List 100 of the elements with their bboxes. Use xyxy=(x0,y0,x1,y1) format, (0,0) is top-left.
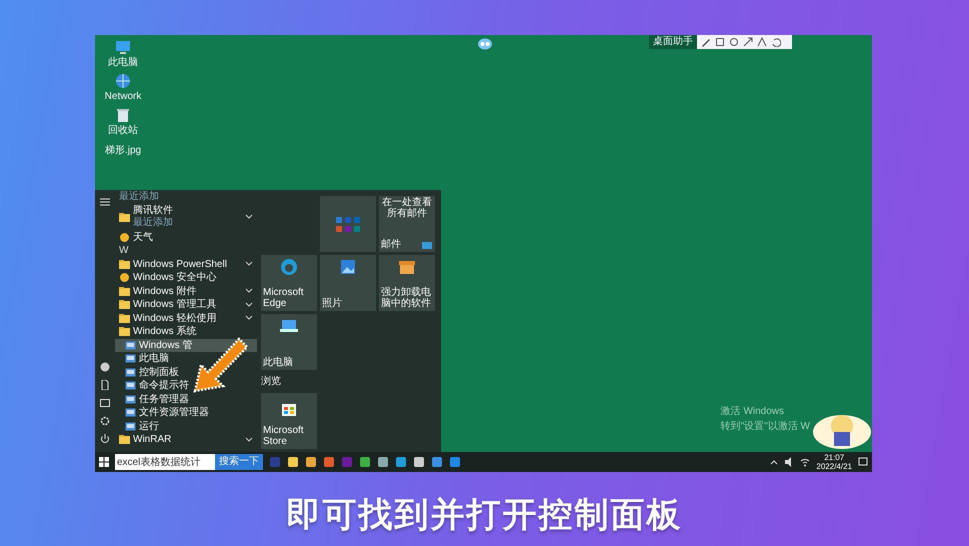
folder-icon xyxy=(119,212,130,222)
app-name: 此电脑 xyxy=(139,352,169,366)
app-list-item[interactable]: Windows 系统 xyxy=(115,325,257,338)
app-list-item[interactable]: 运行 xyxy=(115,420,257,433)
activation-text: 转到"设置"以激活 W xyxy=(720,420,810,434)
taskbar-app-icon[interactable] xyxy=(323,456,335,468)
app-list-item[interactable]: Windows 附件 xyxy=(115,284,257,298)
undo-icon[interactable] xyxy=(771,37,781,47)
app-list-item[interactable]: 腾讯软件 最近添加 xyxy=(115,204,257,230)
taskbar-app-icon[interactable] xyxy=(449,456,461,468)
group-label: 最近添加 xyxy=(118,190,160,204)
app-list-item[interactable]: WinRAR xyxy=(115,433,257,446)
app-name: Windows 系统 xyxy=(133,325,196,338)
tile-label: Microsoft Edge xyxy=(263,288,305,309)
app-name: 文件资源管理器 xyxy=(139,406,209,420)
folder-icon xyxy=(119,312,130,324)
app-list-item[interactable]: Windows 轻松使用 xyxy=(115,312,257,325)
app-name: Windows 安全中心 xyxy=(133,271,216,284)
app-name: Windows 附件 xyxy=(133,284,196,298)
globe-icon[interactable] xyxy=(114,73,132,89)
start-tile[interactable]: 此电脑 xyxy=(261,314,317,370)
taskbar-browser-icon[interactable] xyxy=(395,456,407,468)
app-list-item[interactable]: Windows 管理工具 xyxy=(115,298,257,312)
desktop-icon-label[interactable]: 此电脑 xyxy=(108,55,138,70)
taskbar-app-icon[interactable] xyxy=(431,456,443,468)
start-tile[interactable]: 强力卸载电脑中的软件 xyxy=(379,255,435,311)
chevron-down-icon[interactable] xyxy=(245,315,253,322)
windows-logo-icon[interactable] xyxy=(99,457,109,467)
app-name: 任务管理器 xyxy=(139,392,189,406)
tile-label: 邮件 xyxy=(381,240,401,250)
document-icon[interactable] xyxy=(100,380,110,390)
chevron-down-icon[interactable] xyxy=(245,436,253,443)
pen-icon[interactable] xyxy=(701,37,711,47)
tile-label: 强力卸载电脑中的软件 xyxy=(381,288,432,309)
office-apps-icon xyxy=(334,214,362,234)
chevron-down-icon[interactable] xyxy=(245,214,253,220)
activation-title: 激活 Windows xyxy=(720,405,786,419)
folder-icon xyxy=(119,286,130,297)
app-name: 控制面板 xyxy=(139,366,179,379)
tile-label: 此电脑 xyxy=(263,358,294,368)
app-list-item[interactable]: 命令提示符 xyxy=(115,379,257,392)
start-tile[interactable]: Microsoft Store xyxy=(261,393,317,449)
taskbar-app-icon[interactable] xyxy=(413,456,425,468)
subtitle-caption: 即可找到并打开控制面板 xyxy=(286,495,684,536)
clock-time: 21:07 xyxy=(823,453,846,462)
photo-icon xyxy=(339,258,357,276)
app-list-item[interactable]: Windows PowerShell xyxy=(115,258,257,271)
taskbar-app-icon[interactable] xyxy=(377,456,389,468)
app-name: WinRAR xyxy=(133,433,172,446)
picture-icon[interactable] xyxy=(100,398,110,408)
clock[interactable]: 21:07 2022/4/21 xyxy=(816,453,852,471)
program-icon xyxy=(125,380,136,392)
robot-mascot-icon[interactable] xyxy=(477,38,493,50)
menu-icon[interactable] xyxy=(100,198,110,206)
search-button[interactable]: 搜索一下 xyxy=(215,454,263,470)
app-list-item[interactable]: 此电脑 xyxy=(115,352,257,366)
chevron-down-icon[interactable] xyxy=(245,302,253,308)
notification-icon[interactable] xyxy=(858,457,868,467)
app-name: 运行 xyxy=(139,420,159,433)
taskbar-folder-icon[interactable] xyxy=(287,456,299,468)
app-list-item[interactable]: Windows 管 xyxy=(115,338,257,352)
app-list-item[interactable]: 控制面板 xyxy=(115,366,257,379)
folder-icon xyxy=(119,326,130,338)
app-list-item[interactable]: 文件资源管理器 xyxy=(115,406,257,420)
square-icon[interactable] xyxy=(715,37,725,47)
taskbar-browser-icon[interactable] xyxy=(305,456,317,468)
desktop-icon-label[interactable]: Network xyxy=(104,89,142,104)
folder-icon xyxy=(119,258,130,270)
desktop-icon-label[interactable]: 回收站 xyxy=(108,123,138,138)
monitor-icon[interactable] xyxy=(114,39,132,55)
start-tile[interactable]: Microsoft Edge xyxy=(261,255,317,311)
package-icon xyxy=(398,258,416,276)
tile-group-label: 浏览 xyxy=(261,374,282,389)
chevron-up-icon[interactable] xyxy=(770,459,778,465)
app-list-item[interactable]: 天气 xyxy=(115,230,257,244)
app-name: Windows 管 xyxy=(139,338,192,352)
search-field[interactable]: excel表格数据统计 xyxy=(115,454,215,470)
desktop-icon-label[interactable]: 梯形.jpg xyxy=(104,143,142,158)
user-icon[interactable] xyxy=(100,362,110,372)
app-list-item[interactable]: 任务管理器 xyxy=(115,392,257,406)
start-tile[interactable]: 照片 xyxy=(320,255,376,311)
app-list-item[interactable]: Windows 安全中心 xyxy=(115,271,257,284)
power-icon[interactable] xyxy=(100,434,110,444)
app-name: Windows 轻松使用 xyxy=(133,312,216,325)
chevron-down-icon[interactable] xyxy=(245,261,253,268)
start-tile[interactable] xyxy=(320,196,376,252)
tile-label: Microsoft Store xyxy=(263,426,305,447)
program-icon xyxy=(125,353,136,364)
program-icon xyxy=(125,407,136,418)
start-tile[interactable]: 在一处查看所有邮件 邮件 xyxy=(379,196,435,252)
chevron-down-icon[interactable] xyxy=(245,288,253,294)
settings-icon[interactable] xyxy=(100,416,110,426)
app-name: Windows 管理工具 xyxy=(133,298,216,312)
taskbar-chat-icon[interactable] xyxy=(359,456,371,468)
trash-icon[interactable] xyxy=(114,107,132,123)
arrow-icon[interactable] xyxy=(743,37,753,47)
wifi-icon[interactable] xyxy=(800,457,810,467)
app-icon xyxy=(119,232,130,243)
circle-icon[interactable] xyxy=(729,37,739,47)
app-name: 天气 xyxy=(133,230,153,244)
